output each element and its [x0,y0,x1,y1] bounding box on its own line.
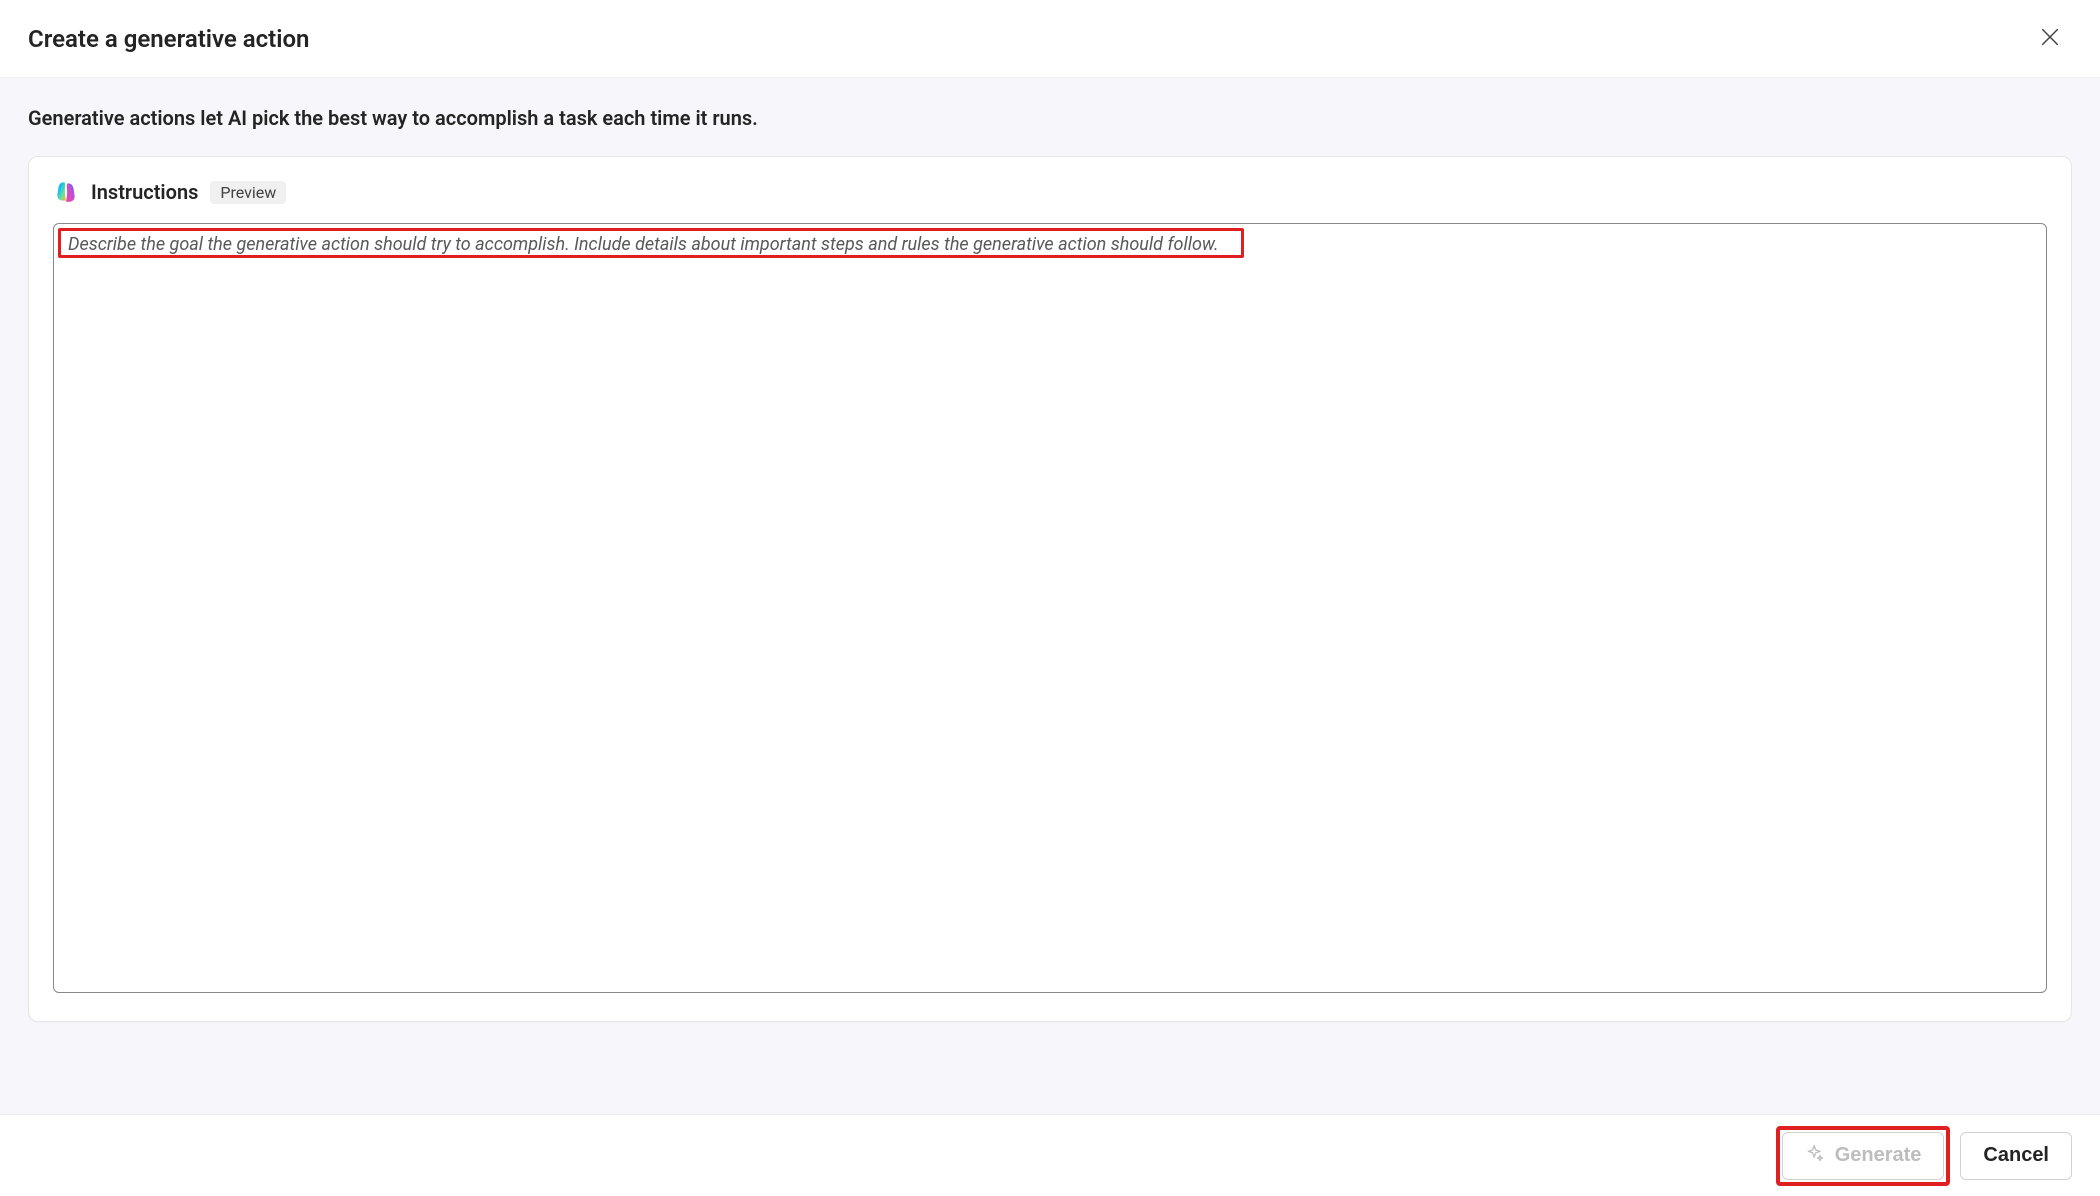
instructions-textarea-wrap [53,223,2047,993]
sparkle-icon [1805,1143,1825,1169]
dialog-title: Create a generative action [28,25,309,53]
instructions-title: Instructions [91,180,198,204]
close-icon [2039,26,2061,51]
cancel-button[interactable]: Cancel [1960,1132,2072,1180]
annotation-highlight-generate: Generate [1782,1132,1945,1180]
instructions-card: Instructions Preview [28,156,2072,1022]
generate-button-label: Generate [1835,1144,1922,1167]
dialog-body: Generative actions let AI pick the best … [0,78,2100,1114]
dialog-subtitle: Generative actions let AI pick the best … [28,78,2072,156]
copilot-icon [53,179,79,205]
generate-button[interactable]: Generate [1782,1132,1945,1180]
instructions-card-header: Instructions Preview [53,179,2047,205]
preview-badge: Preview [210,181,286,204]
close-button[interactable] [2028,17,2072,61]
dialog-header: Create a generative action [0,0,2100,78]
dialog-footer: Generate Cancel [0,1114,2100,1196]
instructions-textarea[interactable] [54,224,2046,992]
cancel-button-label: Cancel [1983,1144,2049,1167]
